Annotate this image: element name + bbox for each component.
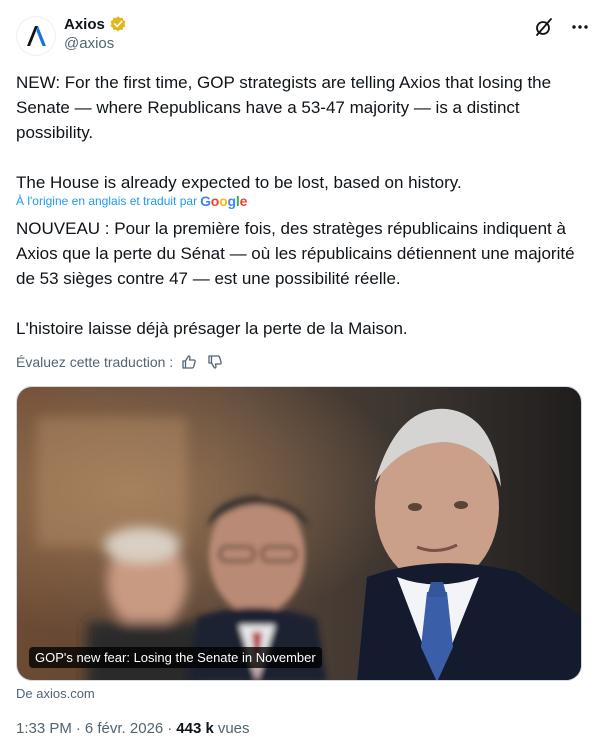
rate-translation-row: Évaluez cette traduction : xyxy=(16,352,225,372)
link-card-caption: GOP's new fear: Losing the Senate in Nov… xyxy=(29,647,322,668)
rate-translation-label: Évaluez cette traduction : xyxy=(16,354,174,370)
link-card-image[interactable]: GOP's new fear: Losing the Senate in Nov… xyxy=(16,386,582,681)
tweet-meta: 1:33 PM · 6 févr. 2026 · 443 k vues xyxy=(16,720,250,737)
thumbs-up-icon[interactable] xyxy=(179,352,199,372)
translation-note-text: À l'origine en anglais et traduit par xyxy=(16,194,198,208)
author-names: Axios @axios xyxy=(64,14,127,52)
google-logo: Google xyxy=(200,193,248,209)
translated-paragraph: L'histoire laisse déjà présager la perte… xyxy=(16,319,408,338)
display-name[interactable]: Axios xyxy=(64,16,105,33)
translated-text: NOUVEAU : Pour la première fois, des str… xyxy=(16,216,591,341)
translated-paragraph: NOUVEAU : Pour la première fois, des str… xyxy=(16,219,575,288)
tweet-paragraph: The House is already expected to be lost… xyxy=(16,173,462,192)
views-label: vues xyxy=(217,720,250,737)
header-actions xyxy=(533,16,591,38)
display-name-row[interactable]: Axios xyxy=(64,14,127,34)
meta-separator: · xyxy=(75,720,81,737)
meta-separator: · xyxy=(167,720,173,737)
tweet-date[interactable]: 6 févr. 2026 xyxy=(85,720,163,737)
tweet-text: NEW: For the first time, GOP strategists… xyxy=(16,70,591,195)
axios-logo-icon xyxy=(27,26,46,46)
handle[interactable]: @axios xyxy=(64,35,127,52)
more-icon[interactable] xyxy=(569,16,591,38)
verified-badge-icon xyxy=(110,16,126,32)
tweet-time[interactable]: 1:33 PM xyxy=(16,720,72,737)
views-count: 443 k xyxy=(176,720,214,737)
link-source[interactable]: De axios.com xyxy=(16,686,95,701)
avatar[interactable] xyxy=(16,16,56,56)
thumbs-down-icon[interactable] xyxy=(205,352,225,372)
tweet-header: Axios @axios xyxy=(16,12,591,60)
grok-icon[interactable] xyxy=(533,16,555,38)
translation-note[interactable]: À l'origine en anglais et traduit par Go… xyxy=(16,193,247,209)
tweet-paragraph: NEW: For the first time, GOP strategists… xyxy=(16,73,552,142)
news-photo xyxy=(17,387,581,680)
